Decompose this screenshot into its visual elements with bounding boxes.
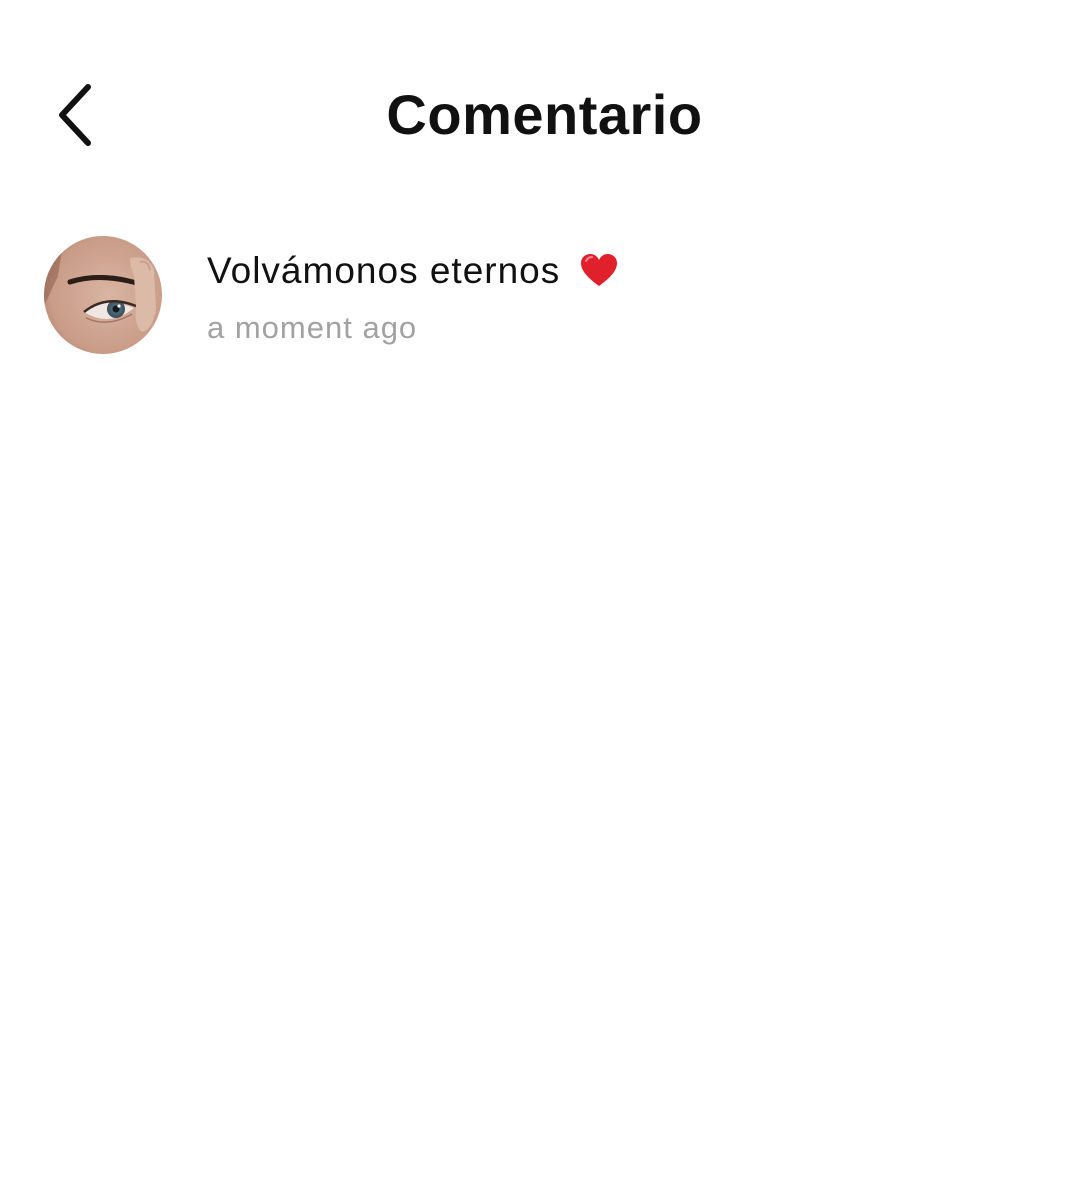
- red-heart-icon: [580, 254, 617, 286]
- comment-text: Volvámonos eternos: [207, 250, 561, 291]
- comment-timestamp: a moment ago: [207, 310, 418, 345]
- avatar[interactable]: [44, 236, 162, 354]
- comment-text-line: Volvámonos eternos: [207, 250, 618, 292]
- avatar-photo-icon: [44, 236, 162, 354]
- comment-item: Volvámonos eternos a moment ago: [44, 236, 1049, 366]
- page-title: Comentario: [386, 83, 703, 146]
- header: Comentario: [0, 0, 1089, 230]
